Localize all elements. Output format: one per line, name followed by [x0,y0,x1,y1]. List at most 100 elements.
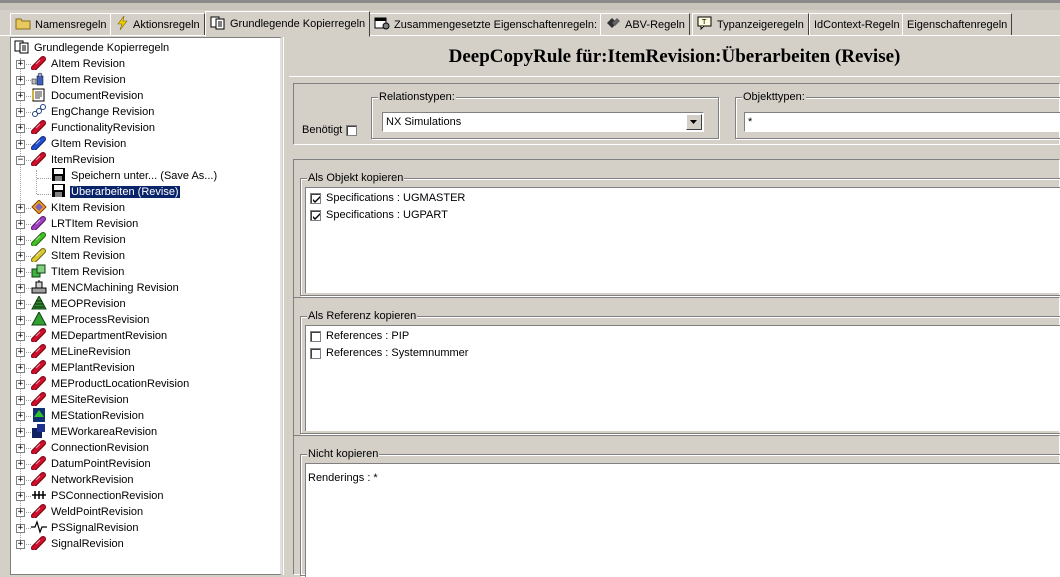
tree-item[interactable]: Speichern unter... (Save As...) [51,167,218,184]
tree-item[interactable]: WeldPointRevision [31,503,144,520]
expand-toggle[interactable]: + [16,396,25,405]
expand-toggle[interactable]: + [16,444,25,453]
object-types-input[interactable]: * [744,112,1060,132]
expand-toggle[interactable]: + [16,204,25,213]
expand-toggle[interactable]: + [16,364,25,373]
expand-toggle[interactable]: + [16,540,25,549]
checkbox-checked[interactable] [310,209,321,221]
tree-item[interactable]: MENCMachining Revision [31,279,180,297]
expand-toggle[interactable]: + [16,348,25,357]
tab-typanzeigeregeln[interactable]: T Typanzeigeregeln [692,13,809,35]
tree-item[interactable]: ConnectionRevision [31,439,150,456]
tree-item[interactable]: NetworkRevision [31,471,135,488]
object-types-label: Objekttypen: [742,91,806,103]
tab-idcontext-regeln[interactable]: IdContext-Regeln [809,13,905,35]
expand-toggle[interactable]: + [16,524,25,533]
list-item[interactable]: Renderings : * [308,472,378,484]
tree-item[interactable]: FunctionalityRevision [31,119,156,137]
window-top-strip [0,0,1060,10]
tree-item[interactable]: MEDepartmentRevision [31,327,168,344]
tab-grundlegende-kopierregeln[interactable]: Grundlegende Kopierregeln [205,11,371,37]
signal-icon [31,519,47,537]
expand-toggle[interactable]: + [16,140,25,149]
checkbox-unchecked[interactable] [310,347,321,359]
machine-icon [31,279,47,297]
tree-item[interactable]: AItem Revision [31,55,126,72]
checkbox-checked[interactable] [310,192,321,204]
tree-item[interactable]: DocumentRevision [31,88,144,104]
tab-eigenschaftenregeln[interactable]: Eigenschaftenregeln [902,13,1013,35]
tree-item[interactable]: ItemRevision [31,151,116,168]
expand-toggle[interactable]: + [16,124,25,133]
tree-item[interactable]: MEProcessRevision [31,310,150,328]
tree-item-label: MEOPRevision [51,298,126,310]
tree-item[interactable]: TItem Revision [31,264,125,280]
tree-item[interactable]: DatumPointRevision [31,455,152,472]
diamond-icon [605,16,621,33]
red-pill-icon [31,119,47,137]
tree-item[interactable]: KItem Revision [31,198,126,216]
tree-root[interactable]: Grundlegende Kopierregeln [14,40,170,56]
expand-toggle[interactable]: + [16,220,25,229]
tab-aktionsregeln[interactable]: Aktionsregeln [110,13,205,35]
required-checkbox[interactable] [346,124,358,136]
list-item[interactable]: Specifications : UGPART [310,207,448,223]
list-item[interactable]: Specifications : UGMASTER [310,190,465,206]
list-item[interactable]: References : PIP [310,328,409,344]
tree-item[interactable]: MEWorkareaRevision [31,423,158,440]
tree-item[interactable]: SItem Revision [31,247,126,264]
expand-toggle[interactable]: + [16,108,25,117]
tree-item[interactable]: MEPlantRevision [31,359,136,376]
expand-toggle[interactable]: + [16,428,25,437]
expand-toggle[interactable]: + [16,92,25,101]
expand-toggle[interactable]: + [16,460,25,469]
copy-as-reference-list[interactable]: References : PIP References : Systemnumm… [305,325,1060,431]
dropdown-button[interactable] [686,114,702,130]
tree-item[interactable]: GItem Revision [31,135,127,152]
tab-namensregeln[interactable]: Namensregeln [10,13,112,35]
object-types-group: Objekttypen: * [735,91,1060,139]
expand-toggle[interactable]: + [16,268,25,277]
expand-toggle[interactable]: + [16,252,25,261]
expand-toggle[interactable]: + [16,316,25,325]
expand-toggle[interactable]: + [16,236,25,245]
expand-toggle[interactable]: + [16,60,25,69]
tree-item[interactable]: MESiteRevision [31,391,130,408]
tree-item[interactable]: PSConnectionRevision [31,488,165,504]
list-item[interactable]: References : Systemnummer [310,345,468,361]
collapse-toggle[interactable]: − [16,156,25,165]
green-tree-icon [31,294,47,313]
tree-item-label: GItem Revision [51,138,127,150]
tree-item[interactable]: DItem Revision [31,72,127,88]
tab-abv-regeln[interactable]: ABV-Regeln [600,13,690,35]
tree-item[interactable]: LRTItem Revision [31,215,139,232]
tree-item[interactable]: MEOPRevision [31,294,127,313]
tree-item[interactable]: NItem Revision [31,231,127,249]
expand-toggle[interactable]: + [16,380,25,389]
tree-item[interactable]: MEProductLocationRevision [31,375,190,392]
expand-toggle[interactable]: + [16,76,25,85]
green-pill-icon [31,231,47,249]
tree-item[interactable]: PSSignalRevision [31,519,139,537]
expand-toggle[interactable]: + [16,492,25,501]
expand-toggle[interactable]: + [16,300,25,309]
expand-toggle[interactable]: + [16,508,25,517]
expand-toggle[interactable]: + [16,332,25,341]
tree-item[interactable]: MEStationRevision [31,407,145,424]
copy-as-object-list[interactable]: Specifications : UGMASTER Specifications… [305,187,1060,293]
rule-tree[interactable]: Grundlegende Kopierregeln + AItem Revisio… [10,37,282,575]
copy-as-object-label: Als Objekt kopieren [307,172,405,184]
tree-item[interactable]: SignalRevision [31,535,125,552]
expand-toggle[interactable]: + [16,412,25,421]
document-icon [31,88,47,105]
tree-item[interactable]: EngChange Revision [31,103,155,120]
tab-zusammengesetzte-eigenschaftenregeln[interactable]: Zusammengesetzte Eigenschaftenregeln: [369,13,603,35]
dont-copy-group: Nicht kopieren Renderings : * [300,448,1060,577]
tree-item[interactable]: MELineRevision [31,343,131,360]
relation-types-select[interactable]: NX Simulations [382,112,704,132]
dont-copy-list[interactable]: Renderings : * [305,463,1060,577]
tree-item[interactable]: Überarbeiten (Revise) [51,183,181,200]
expand-toggle[interactable]: + [16,476,25,485]
expand-toggle[interactable]: + [16,284,25,293]
checkbox-unchecked[interactable] [310,330,321,342]
